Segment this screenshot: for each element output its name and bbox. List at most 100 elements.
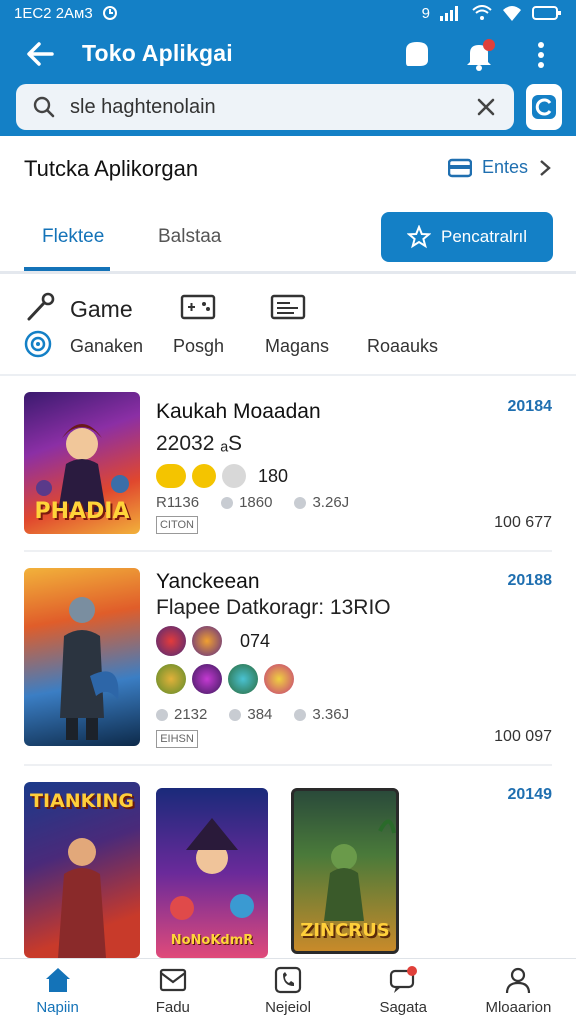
app-thumbnail: ZINCRUS xyxy=(291,788,399,954)
gamepad-icon[interactable] xyxy=(180,292,216,322)
app-subtitle: 22032 ₐS xyxy=(156,432,243,455)
app-year: 20188 xyxy=(507,572,553,589)
status-right-text: 9 xyxy=(421,4,430,22)
list-icon[interactable] xyxy=(270,292,306,322)
divider xyxy=(24,764,552,766)
app-thumbnail: TIANKING xyxy=(24,782,140,958)
status-time: 1EC2 2Aᴍ3 xyxy=(14,4,93,22)
category-label-roaauks[interactable]: Roaauks xyxy=(367,336,438,357)
nav-label: Mloaarion xyxy=(485,999,552,1016)
avatar xyxy=(228,664,258,694)
page-title: Tutcka Aplikorgan xyxy=(24,156,199,181)
rating-value: 180 xyxy=(258,465,289,486)
category-label-posgh[interactable]: Posgh xyxy=(173,336,224,357)
person-icon xyxy=(506,967,531,994)
entries-label: Entes xyxy=(481,157,528,177)
scan-button[interactable] xyxy=(526,84,562,130)
meta-3: 3.26J xyxy=(294,494,349,511)
mail-icon xyxy=(159,968,186,992)
nav-home[interactable]: Napiin xyxy=(0,959,115,1024)
refresh-icon xyxy=(532,95,556,119)
thumbnail-title: ZINCRUS xyxy=(300,920,390,941)
avatar xyxy=(156,626,186,656)
tab-flektee[interactable]: Flektee xyxy=(42,226,104,248)
nav-phone[interactable]: Nejeiol xyxy=(230,959,345,1024)
search-bar[interactable]: sle haghtenolain xyxy=(16,84,514,130)
meta-2: 384 xyxy=(229,706,272,723)
close-icon[interactable] xyxy=(474,95,498,119)
app-size: 100 097 xyxy=(494,728,552,745)
app-thumbnail xyxy=(24,568,140,746)
nav-label: Napiin xyxy=(36,999,79,1016)
battery-icon xyxy=(532,6,561,20)
tab-indicator xyxy=(24,267,110,271)
chevron-right-icon xyxy=(540,159,551,176)
thumbnail-title: NoNoKdmR xyxy=(170,933,254,948)
app-year: 20149 xyxy=(507,786,553,803)
nav-mail[interactable]: Fadu xyxy=(115,959,230,1024)
phone-icon xyxy=(274,966,302,994)
wifi-icon xyxy=(472,5,492,20)
meta-2: 1860 xyxy=(221,494,272,511)
rating-value: 074 xyxy=(240,630,271,651)
nav-label: Sagata xyxy=(379,999,427,1016)
meta-row: 2132 384 3.36J xyxy=(156,706,349,723)
app-year: 20184 xyxy=(507,398,553,415)
home-icon xyxy=(45,968,70,992)
tab-balstaa[interactable]: Balstaa xyxy=(158,226,221,248)
tag-label: CITON xyxy=(156,516,198,534)
search-input[interactable]: sle haghtenolain xyxy=(70,96,216,119)
app-thumbnail: PHADIA xyxy=(24,392,140,534)
signal-icon xyxy=(440,6,458,21)
warrior-illustration xyxy=(60,597,119,740)
meta-1: R1136 xyxy=(156,494,200,511)
app-bar: Toko Aplikgai sle haghtenolain xyxy=(0,26,576,136)
star-icon xyxy=(407,225,431,249)
meta-row: R1136 1860 3.26J xyxy=(156,494,349,511)
rating-row: 074 xyxy=(156,626,270,656)
avatar xyxy=(156,664,186,694)
tab-bar: Flektee Balstaa Pencatralrıl xyxy=(0,200,576,274)
nav-label: Nejeiol xyxy=(265,999,311,1016)
thumbnail-title: TIANKING xyxy=(30,790,134,812)
bottom-nav: Napiin Fadu Nejeiol Sagata Mloaarion xyxy=(0,958,576,1024)
search-icon xyxy=(33,96,55,118)
list-item[interactable]: PHADIA Kaukah Moaadan 22032 ₐS 20184 180… xyxy=(0,378,576,552)
profile-bubble-icon[interactable] xyxy=(400,38,434,72)
app-thumbnail: NoNoKdmR xyxy=(156,788,268,958)
card-icon xyxy=(447,158,472,177)
sync-icon xyxy=(102,6,117,20)
nav-chat[interactable]: Sagata xyxy=(346,959,461,1024)
wifi-icon-2 xyxy=(503,6,521,21)
app-name: Kaukah Moaadan xyxy=(156,400,321,423)
list-item[interactable]: Yanckeean Flapee Datkoragr: 13RIO 20188 … xyxy=(0,554,576,766)
category-section: Game Ganaken Posgh Magans Roaauks xyxy=(0,278,576,376)
divider xyxy=(24,550,552,552)
notification-bell-icon[interactable] xyxy=(462,38,496,72)
category-title: Game xyxy=(70,296,133,322)
status-bar: 1EC2 2Aᴍ3 9 xyxy=(0,0,576,26)
list-item[interactable]: TIANKING NoNoKdmR ZINCRUS 20149 xyxy=(0,768,576,958)
back-arrow-icon[interactable] xyxy=(22,36,58,72)
rating-row: 180 xyxy=(156,464,288,488)
entries-link[interactable]: Entes xyxy=(447,157,552,178)
app-title: Toko Aplikgai xyxy=(82,40,233,66)
badge-icon xyxy=(156,464,186,488)
more-vert-icon[interactable] xyxy=(526,38,556,72)
meta-3: 3.36J xyxy=(294,706,349,723)
pencarian-label: Pencatralrıl xyxy=(441,227,527,246)
tag-label: EIHSN xyxy=(156,730,198,748)
category-label-magans[interactable]: Magans xyxy=(265,336,329,357)
meta-1: 2132 xyxy=(156,706,207,723)
app-name: Yanckeean xyxy=(156,570,260,593)
nav-profile[interactable]: Mloaarion xyxy=(461,959,576,1024)
category-label-ganaken: Ganaken xyxy=(70,336,144,356)
avatar-row xyxy=(156,664,294,694)
pencarian-button[interactable]: Pencatralrıl xyxy=(381,212,553,262)
nav-label: Fadu xyxy=(155,999,190,1016)
avatar xyxy=(192,664,222,694)
wrench-icon xyxy=(27,292,55,321)
avatar xyxy=(264,664,294,694)
avatar xyxy=(192,626,222,656)
emoji-icon xyxy=(192,464,216,488)
